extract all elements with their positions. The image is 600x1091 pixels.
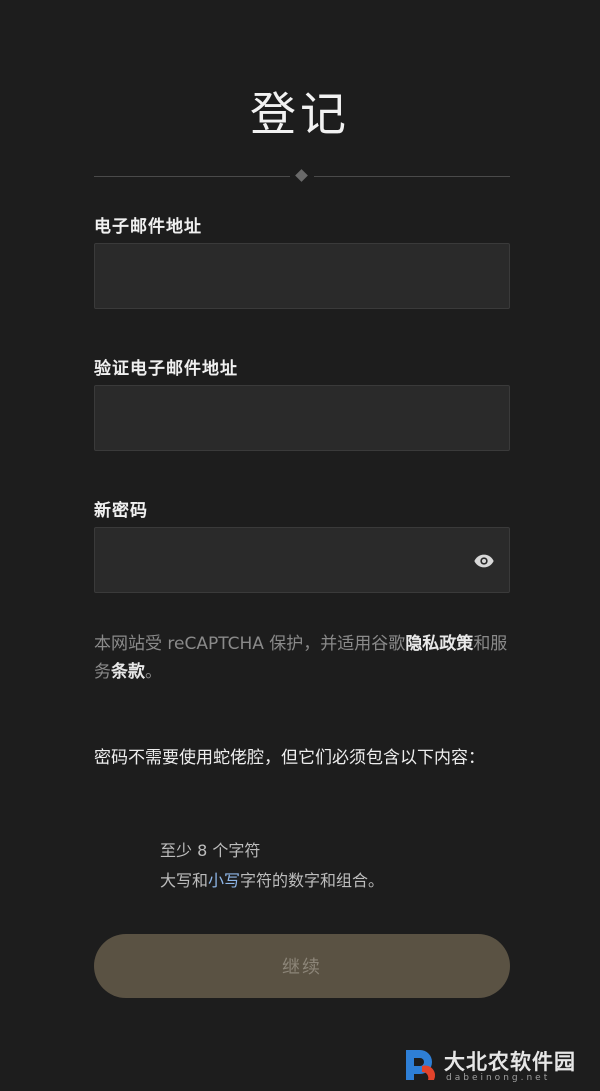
- email-field[interactable]: [95, 244, 509, 308]
- requirement-case-highlight: 小写: [208, 871, 241, 890]
- password-requirements-list: 至少 8 个字符 大写和小写字符的数字和组合。: [160, 836, 384, 896]
- confirm-email-field[interactable]: [95, 386, 509, 450]
- recaptcha-text-end: 。: [145, 662, 162, 682]
- requirement-case-mix: 大写和小写字符的数字和组合。: [160, 866, 384, 896]
- privacy-policy-link[interactable]: 隐私政策: [405, 634, 473, 654]
- confirm-email-label: 验证电子邮件地址: [94, 359, 238, 379]
- divider-line-right: [314, 176, 510, 177]
- email-field-wrapper: [94, 243, 510, 309]
- password-field-wrapper: [94, 527, 510, 593]
- title-divider: [94, 169, 510, 182]
- password-requirements-intro: 密码不需要使用蛇佬腔，但它们必须包含以下内容：: [94, 748, 485, 768]
- divider-diamond-icon: [295, 169, 308, 182]
- confirm-email-field-wrapper: [94, 385, 510, 451]
- recaptcha-notice: 本网站受 reCAPTCHA 保护，并适用谷歌隐私政策和服务条款。: [94, 630, 514, 686]
- watermark: 大北农软件园 dabeinong.net: [402, 1046, 592, 1086]
- requirement-case-after: 字符的数字和组合。: [240, 871, 385, 890]
- requirement-min-length: 至少 8 个字符: [160, 841, 261, 860]
- eye-icon[interactable]: [473, 550, 495, 572]
- signup-page: 登记 电子邮件地址 验证电子邮件地址 新密码 本网站受 reCAPTCHA 保护…: [0, 0, 600, 1091]
- terms-link[interactable]: 条款: [111, 662, 145, 682]
- page-title: 登记: [250, 87, 350, 141]
- password-label: 新密码: [94, 501, 148, 521]
- email-label: 电子邮件地址: [94, 217, 202, 237]
- watermark-sub: dabeinong.net: [446, 1073, 551, 1083]
- divider-line-left: [94, 176, 290, 177]
- watermark-logo-icon: [406, 1050, 436, 1080]
- watermark-name: 大北农软件园: [444, 1050, 576, 1074]
- recaptcha-text-before: 本网站受 reCAPTCHA 保护，并适用谷歌: [94, 634, 406, 654]
- requirement-case-before: 大写和: [160, 871, 209, 890]
- continue-button[interactable]: 继续: [94, 934, 510, 998]
- password-field[interactable]: [95, 528, 509, 592]
